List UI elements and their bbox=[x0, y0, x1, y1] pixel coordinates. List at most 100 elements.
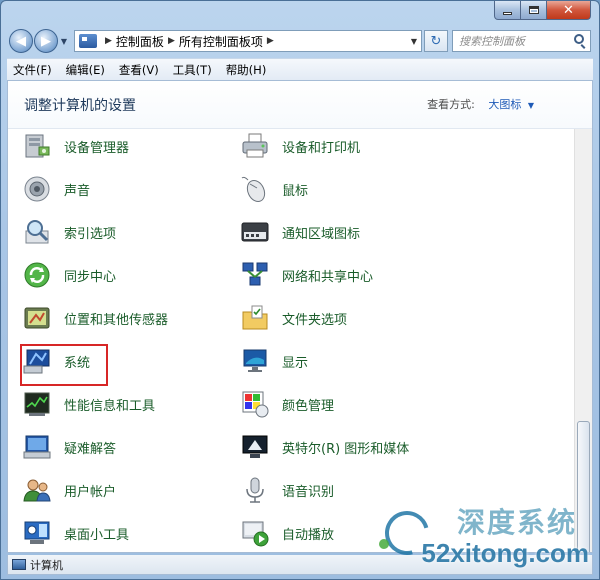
item-autoplay[interactable]: 自动播放 bbox=[240, 516, 334, 550]
menu-file[interactable]: 文件(F) bbox=[13, 62, 52, 78]
breadcrumb-control-panel[interactable]: 控制面板 bbox=[116, 33, 164, 50]
item-device-manager[interactable]: 设备管理器 bbox=[22, 129, 129, 163]
item-label: 网络和共享中心 bbox=[282, 269, 374, 285]
folder-options-icon bbox=[242, 305, 268, 330]
menu-edit[interactable]: 编辑(E) bbox=[66, 62, 105, 78]
minimize-button[interactable] bbox=[494, 1, 521, 20]
performance-icon bbox=[24, 392, 50, 416]
item-label: 语音识别 bbox=[282, 484, 335, 500]
item-label: 鼠标 bbox=[282, 183, 309, 199]
chevron-right-icon[interactable]: ▶ bbox=[105, 36, 112, 46]
content-pane: 调整计算机的设置 查看方式: 大图标 ▼ 设备管理器 设备和打印机 声音 鼠标 … bbox=[7, 80, 593, 553]
mouse-icon bbox=[241, 176, 266, 203]
close-button[interactable]: ✕ bbox=[547, 1, 591, 20]
forward-arrow-icon: ▶ bbox=[41, 33, 51, 49]
view-by-dropdown[interactable]: 大图标 bbox=[488, 98, 521, 111]
item-label: 同步中心 bbox=[64, 269, 117, 285]
item-speech-recognition[interactable]: 语音识别 bbox=[240, 473, 334, 507]
content-header: 调整计算机的设置 查看方式: 大图标 ▼ bbox=[8, 81, 592, 129]
menu-help[interactable]: 帮助(H) bbox=[226, 62, 267, 78]
item-performance-tools[interactable]: 性能信息和工具 bbox=[22, 387, 155, 421]
recent-pages-dropdown[interactable]: ▼ bbox=[58, 37, 70, 46]
item-sync-center[interactable]: 同步中心 bbox=[22, 258, 116, 292]
gadgets-icon bbox=[24, 521, 50, 544]
item-mouse[interactable]: 鼠标 bbox=[240, 172, 308, 206]
menu-tools[interactable]: 工具(T) bbox=[173, 62, 212, 78]
index-search-icon bbox=[25, 220, 49, 244]
microphone-icon bbox=[246, 477, 264, 503]
search-placeholder: 搜索控制面板 bbox=[459, 35, 525, 48]
item-label: 设备管理器 bbox=[64, 140, 130, 156]
color-management-icon bbox=[242, 391, 269, 418]
speaker-icon bbox=[24, 176, 50, 202]
item-label: 声音 bbox=[64, 183, 91, 199]
notification-area-icon bbox=[241, 222, 269, 242]
item-label: 用户帐户 bbox=[64, 484, 117, 500]
maximize-button[interactable] bbox=[521, 1, 547, 20]
item-network-sharing[interactable]: 网络和共享中心 bbox=[240, 258, 373, 292]
item-color-management[interactable]: 颜色管理 bbox=[240, 387, 334, 421]
navigation-bar: ◀ ▶ ▼ ▶ 控制面板 ▶ 所有控制面板项 ▶ ▼ ↻ 搜索控制面板 bbox=[9, 27, 591, 55]
system-highlight-box bbox=[20, 344, 108, 386]
item-desktop-gadgets[interactable]: 桌面小工具 bbox=[22, 516, 129, 550]
network-icon bbox=[242, 262, 268, 286]
item-devices-printers[interactable]: 设备和打印机 bbox=[240, 129, 360, 163]
refresh-button[interactable]: ↻ bbox=[424, 30, 448, 52]
minimize-icon bbox=[503, 12, 512, 15]
intel-graphics-icon bbox=[242, 435, 268, 458]
item-folder-options[interactable]: 文件夹选项 bbox=[240, 301, 347, 335]
status-text: 计算机 bbox=[30, 558, 63, 572]
address-bar[interactable]: ▶ 控制面板 ▶ 所有控制面板项 ▶ ▼ bbox=[74, 30, 422, 52]
item-label: 桌面小工具 bbox=[64, 527, 130, 543]
refresh-icon: ↻ bbox=[430, 33, 442, 49]
user-accounts-icon bbox=[23, 479, 51, 502]
printer-icon bbox=[242, 133, 268, 158]
menu-bar: 文件(F) 编辑(E) 查看(V) 工具(T) 帮助(H) bbox=[7, 58, 593, 80]
maximize-icon bbox=[528, 6, 539, 14]
item-troubleshooting[interactable]: 疑难解答 bbox=[22, 430, 116, 464]
item-label: 文件夹选项 bbox=[282, 312, 348, 328]
item-notification-area-icons[interactable]: 通知区域图标 bbox=[240, 215, 360, 249]
item-label: 位置和其他传感器 bbox=[64, 312, 169, 328]
back-button[interactable]: ◀ bbox=[9, 29, 33, 53]
breadcrumb-all-items[interactable]: 所有控制面板项 bbox=[179, 33, 263, 50]
item-intel-graphics-media[interactable]: 英特尔(R) 图形和媒体 bbox=[240, 430, 409, 464]
address-history-dropdown[interactable]: ▼ bbox=[411, 37, 417, 46]
display-icon bbox=[243, 349, 267, 372]
item-label: 设备和打印机 bbox=[282, 140, 361, 156]
menu-view[interactable]: 查看(V) bbox=[119, 62, 159, 78]
troubleshooting-icon bbox=[23, 435, 51, 459]
item-label: 疑难解答 bbox=[64, 441, 117, 457]
item-label: 颜色管理 bbox=[282, 398, 335, 414]
item-label: 索引选项 bbox=[64, 226, 117, 242]
item-indexing-options[interactable]: 索引选项 bbox=[22, 215, 116, 249]
search-input[interactable]: 搜索控制面板 bbox=[452, 30, 591, 52]
control-panel-items: 设备管理器 设备和打印机 声音 鼠标 索引选项 通知区域图标 同步中心 网络和共… bbox=[8, 129, 574, 552]
forward-button[interactable]: ▶ bbox=[34, 29, 58, 53]
control-panel-icon bbox=[79, 34, 97, 48]
sync-center-icon bbox=[24, 262, 50, 288]
caption-buttons: ✕ bbox=[494, 1, 591, 20]
view-by: 查看方式: 大图标 ▼ bbox=[427, 96, 534, 112]
scrollbar-thumb[interactable] bbox=[577, 421, 590, 552]
search-icon[interactable] bbox=[574, 34, 584, 44]
item-user-accounts[interactable]: 用户帐户 bbox=[22, 473, 116, 507]
back-arrow-icon: ◀ bbox=[16, 33, 26, 49]
item-label: 通知区域图标 bbox=[282, 226, 361, 242]
vertical-scrollbar[interactable] bbox=[574, 129, 592, 552]
computer-icon bbox=[12, 559, 26, 570]
control-panel-window: ✕ ◀ ▶ ▼ ▶ 控制面板 ▶ 所有控制面板项 ▶ ▼ ↻ 搜索控制面板 文件… bbox=[0, 0, 600, 580]
view-by-label: 查看方式: bbox=[427, 98, 475, 111]
page-title: 调整计算机的设置 bbox=[24, 98, 136, 114]
chevron-down-icon[interactable]: ▼ bbox=[528, 101, 534, 110]
item-location-sensors[interactable]: 位置和其他传感器 bbox=[22, 301, 168, 335]
item-display[interactable]: 显示 bbox=[240, 344, 308, 378]
item-label: 英特尔(R) 图形和媒体 bbox=[282, 441, 410, 457]
item-sound[interactable]: 声音 bbox=[22, 172, 90, 206]
chevron-right-icon[interactable]: ▶ bbox=[267, 36, 274, 46]
location-sensor-icon bbox=[24, 307, 50, 329]
autoplay-icon bbox=[242, 521, 269, 547]
item-label: 性能信息和工具 bbox=[64, 398, 156, 414]
device-manager-icon bbox=[25, 134, 50, 158]
chevron-right-icon[interactable]: ▶ bbox=[168, 36, 175, 46]
